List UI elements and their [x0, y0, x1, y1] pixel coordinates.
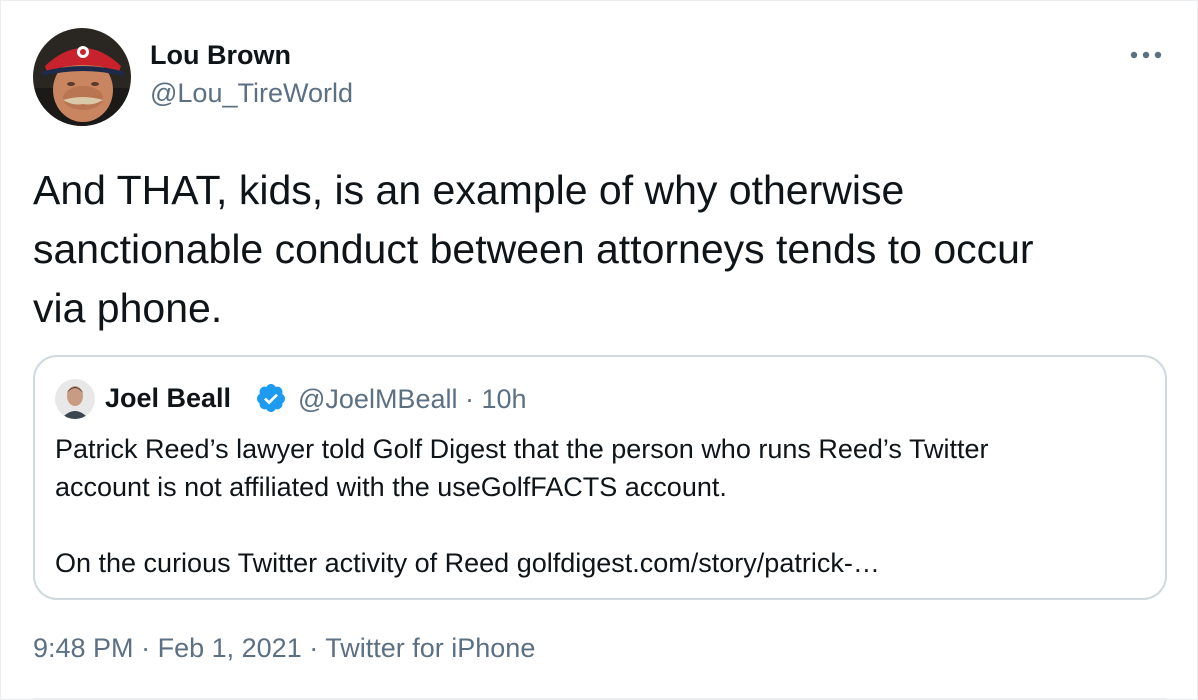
footer-separator: · [141, 633, 151, 663]
quoted-author-handle[interactable]: @JoelMBeall [298, 384, 457, 414]
quoted-text-line: account is not affiliated with the useGo… [55, 472, 727, 502]
divider [33, 698, 1167, 699]
tweet-text-line: sanctionable conduct between attorneys t… [33, 226, 1034, 272]
verified-badge-icon [256, 384, 285, 412]
author-avatar[interactable] [33, 28, 131, 126]
tweet-text: And THAT, kids, is an example of why oth… [33, 161, 1163, 338]
more-options-button[interactable] [1123, 37, 1169, 73]
quoted-author-display-name[interactable]: Joel Beall [105, 383, 231, 414]
tweet-text-line: And THAT, kids, is an example of why oth… [33, 167, 905, 213]
quoted-author-avatar[interactable] [55, 379, 95, 419]
author-handle[interactable]: @Lou_TireWorld [150, 78, 353, 109]
author-display-name[interactable]: Lou Brown [150, 40, 291, 71]
quoted-tweet-time[interactable]: 10h [482, 384, 527, 414]
quoted-text-line: On the curious Twitter activity of Reed … [55, 548, 880, 578]
tweet-footer: 9:48 PM · Feb 1, 2021 · Twitter for iPho… [33, 633, 535, 664]
avatar-photo-icon [55, 379, 95, 419]
quoted-text-line: Patrick Reed’s lawyer told Golf Digest t… [55, 434, 989, 464]
tweet-card: Lou Brown @Lou_TireWorld And THAT, kids,… [0, 0, 1198, 700]
meta-separator: · [464, 384, 474, 414]
quoted-tweet[interactable]: Joel Beall @JoelMBeall · 10h Patrick Ree… [33, 355, 1167, 600]
tweet-source-link[interactable]: Twitter for iPhone [325, 633, 535, 663]
footer-separator: · [309, 633, 319, 663]
verified-badge [255, 382, 287, 414]
avatar-photo-icon [33, 28, 131, 126]
more-icon [1130, 51, 1162, 59]
quoted-tweet-text: Patrick Reed’s lawyer told Golf Digest t… [55, 430, 1135, 582]
tweet-timestamp-link[interactable]: 9:48 PM · Feb 1, 2021 [33, 633, 302, 663]
tweet-text-line: via phone. [33, 285, 223, 331]
tweet-date: Feb 1, 2021 [157, 633, 302, 663]
quoted-tweet-meta: @JoelMBeall · 10h [298, 384, 527, 415]
tweet-time: 9:48 PM [33, 633, 134, 663]
